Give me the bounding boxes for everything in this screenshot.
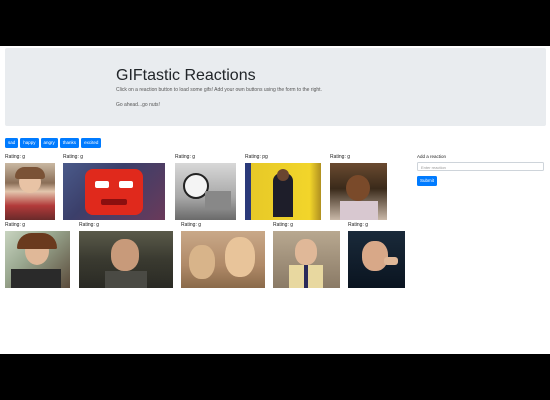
page-title: GIFtastic Reactions (116, 67, 256, 84)
gif-rating: Rating: g (330, 154, 351, 160)
gif-image-man-yellow-door[interactable] (245, 163, 321, 220)
gif-image-man-staring[interactable] (79, 231, 173, 288)
gif-rating: Rating: pg (245, 154, 268, 160)
gif-rating: Rating: g (181, 222, 202, 228)
gif-rating: Rating: g (273, 222, 294, 228)
reaction-button-thanks[interactable]: thanks (59, 138, 80, 148)
reaction-button-happy[interactable]: happy (20, 138, 39, 148)
gif-image-girl-frowning[interactable] (5, 163, 55, 220)
gif-image-man-office[interactable] (273, 231, 340, 288)
reaction-button-angry[interactable]: angry (40, 138, 58, 148)
gif-rating: Rating: g (79, 222, 100, 228)
gif-image-woman-gesturing[interactable] (5, 231, 70, 288)
gif-image-panda-desk[interactable] (175, 163, 236, 220)
gif-image-man-pointing[interactable] (348, 231, 405, 288)
reaction-input[interactable]: Enter reaction (417, 162, 544, 171)
page-tagline: Go ahead...go nuts! (116, 102, 160, 108)
reaction-buttons: sad happy angry thanks excited (5, 138, 102, 148)
add-reaction-label: Add a reaction (417, 154, 447, 159)
submit-button[interactable]: Submit (417, 176, 438, 186)
gif-image-girl-laughing[interactable] (330, 163, 387, 220)
gif-rating: Rating: g (5, 154, 26, 160)
reaction-button-sad[interactable]: sad (5, 138, 19, 148)
gif-rating: Rating: g (5, 222, 26, 228)
gif-image-two-dogs[interactable] (181, 231, 265, 288)
reaction-button-excited[interactable]: excited (81, 138, 102, 148)
page-lead: Click on a reaction button to load some … (116, 87, 322, 93)
gif-rating: Rating: g (175, 154, 196, 160)
gif-image-anger-character[interactable] (63, 163, 165, 220)
gif-rating: Rating: g (63, 154, 84, 160)
jumbotron: GIFtastic Reactions Click on a reaction … (5, 48, 546, 126)
browser-viewport: GIFtastic Reactions Click on a reaction … (0, 46, 550, 354)
gif-rating: Rating: g (348, 222, 369, 228)
